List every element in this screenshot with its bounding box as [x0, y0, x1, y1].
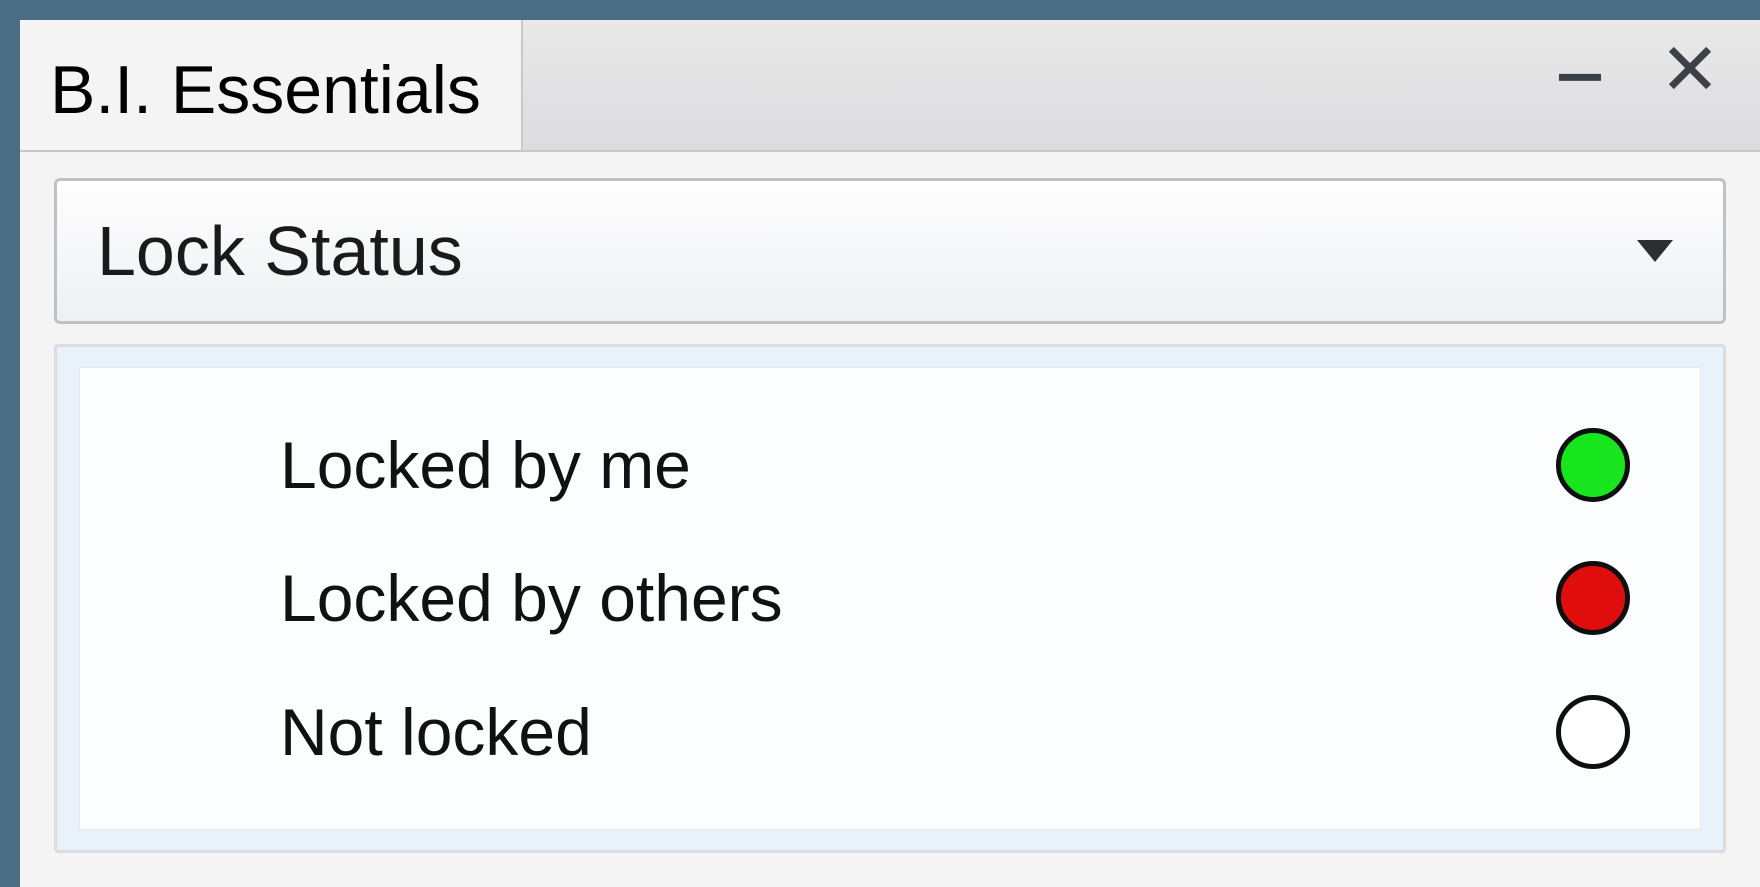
titlebar: B.I. Essentials — [20, 20, 1760, 152]
panel-title: B.I. Essentials — [50, 51, 481, 129]
panel-window: B.I. Essentials — [20, 20, 1760, 887]
status-dot-icon — [1556, 428, 1630, 502]
titlebar-spacer — [523, 20, 1540, 150]
legend-label: Locked by me — [280, 427, 691, 503]
close-button[interactable] — [1650, 30, 1730, 110]
legend-item-locked-by-me[interactable]: Locked by me — [280, 427, 1630, 503]
legend-item-not-locked[interactable]: Not locked — [280, 694, 1630, 770]
legend-panel: Locked by me Locked by others Not locked — [54, 344, 1726, 853]
minimize-icon — [1552, 40, 1608, 101]
legend-label: Not locked — [280, 694, 592, 770]
dropdown-label: Lock Status — [97, 211, 463, 291]
panel-body: Lock Status Locked by me Locked by other… — [20, 152, 1760, 887]
status-dot-icon — [1556, 695, 1630, 769]
close-icon — [1662, 40, 1718, 101]
minimize-button[interactable] — [1540, 30, 1620, 110]
chevron-down-icon — [1637, 240, 1673, 262]
legend-list: Locked by me Locked by others Not locked — [79, 367, 1701, 830]
lock-status-dropdown[interactable]: Lock Status — [54, 178, 1726, 324]
legend-label: Locked by others — [280, 560, 783, 636]
title-tab[interactable]: B.I. Essentials — [20, 20, 523, 150]
legend-item-locked-by-others[interactable]: Locked by others — [280, 560, 1630, 636]
status-dot-icon — [1556, 561, 1630, 635]
window-controls — [1540, 20, 1760, 150]
